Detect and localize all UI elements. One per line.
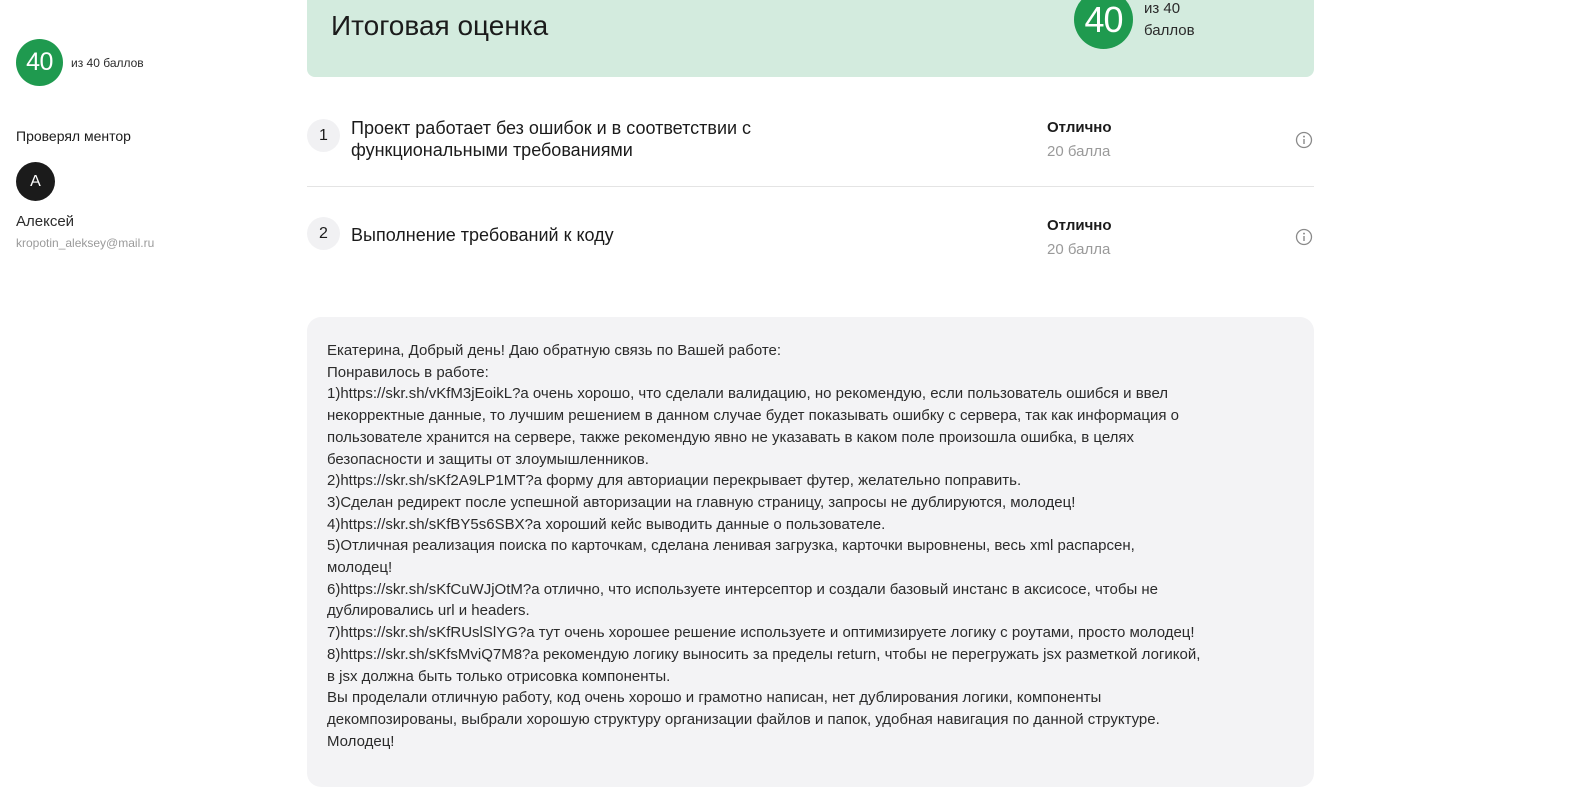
mentor-name: Алексей xyxy=(16,213,75,230)
mentor-feedback: Екатерина, Добрый день! Даю обратную свя… xyxy=(307,317,1314,787)
criterion-title: Выполнение требований к коду xyxy=(351,224,851,246)
criterion-title-line: Проект работает без ошибок и в соответст… xyxy=(351,118,752,138)
feedback-line: Екатерина, Добрый день! Даю обратную свя… xyxy=(327,342,782,359)
criterion-row: 2 Выполнение требований к коду Отлично 2… xyxy=(307,187,1314,285)
mentor-avatar: А xyxy=(16,162,55,201)
total-score-max-line1: из 40 xyxy=(1144,0,1181,17)
feedback-line: молодец! xyxy=(327,559,393,577)
total-score-title: Итоговая оценка xyxy=(331,10,549,41)
feedback-line: Понравилось в работе: xyxy=(327,363,489,381)
total-score-max-label: из 40 баллов xyxy=(1144,0,1214,42)
criterion-title-line: функциональными требованиями xyxy=(351,140,633,160)
info-circle-icon[interactable] xyxy=(1295,228,1313,246)
score-badge: 40 xyxy=(16,39,63,86)
criterion-points: 20 балла xyxy=(1047,143,1111,160)
feedback-line: 2)https://skr.sh/sKf2A9LP1MT?a форму для… xyxy=(327,472,1022,490)
feedback-line: безопасности и защиты от злоумышленников… xyxy=(327,450,649,468)
feedback-line: Молодец! xyxy=(327,732,395,750)
feedback-line: некорректные данные, то лучшим решением … xyxy=(327,407,1179,425)
criterion-grade: Отлично xyxy=(1047,217,1112,234)
feedback-line: в jsx должна быть только отрисовка компо… xyxy=(327,667,671,685)
feedback-line: 4)https://skr.sh/sKfBY5s6SBX?a хороший к… xyxy=(327,515,886,533)
feedback-line: 3)Сделан редирект после успешной авториз… xyxy=(327,493,1076,511)
total-score-banner: Итоговая оценка 40 из 40 баллов xyxy=(307,0,1314,77)
criterion-row: 1 Проект работает без ошибок и в соответ… xyxy=(307,88,1314,187)
criterion-number: 1 xyxy=(307,119,340,152)
feedback-line: 1)https://skr.sh/vKfM3jEoikL?a очень хор… xyxy=(327,385,1169,403)
criterion-points: 20 балла xyxy=(1047,241,1111,258)
total-score-max-line2: баллов xyxy=(1144,22,1195,39)
score-max-label: из 40 баллов xyxy=(71,55,144,70)
mentor-email: kropotin_aleksey@mail.ru xyxy=(16,236,155,250)
criterion-title: Проект работает без ошибок и в соответст… xyxy=(351,117,851,161)
feedback-line: 8)https://skr.sh/sKfsMviQ7M8?a рекоменду… xyxy=(327,645,1201,663)
feedback-line: 6)https://skr.sh/sKfCuWJjOtM?a отлично, … xyxy=(327,580,1159,598)
sidebar-score: 40 из 40 баллов xyxy=(16,39,144,86)
feedback-line: пользователе хранится на сервере, также … xyxy=(327,428,1135,446)
feedback-line: дублировались url и headers. xyxy=(327,602,530,620)
criterion-grade: Отлично xyxy=(1047,119,1112,136)
mentor-label: Проверял ментор xyxy=(16,128,131,144)
criterion-number: 2 xyxy=(307,217,340,250)
total-score: 40 из 40 баллов xyxy=(1074,0,1214,49)
feedback-line: 7)https://skr.sh/sKfRUslSlYG?a тут очень… xyxy=(327,624,1195,642)
feedback-line: декомпозированы, выбрали хорошую структу… xyxy=(327,710,1160,728)
total-score-badge: 40 xyxy=(1074,0,1133,49)
criterion-title-line: Выполнение требований к коду xyxy=(351,225,614,245)
feedback-line: Вы проделали отличную работу, код очень … xyxy=(327,689,1102,707)
feedback-line: 5)Отличная реализация поиска по карточка… xyxy=(327,537,1135,555)
info-circle-icon[interactable] xyxy=(1295,131,1313,149)
